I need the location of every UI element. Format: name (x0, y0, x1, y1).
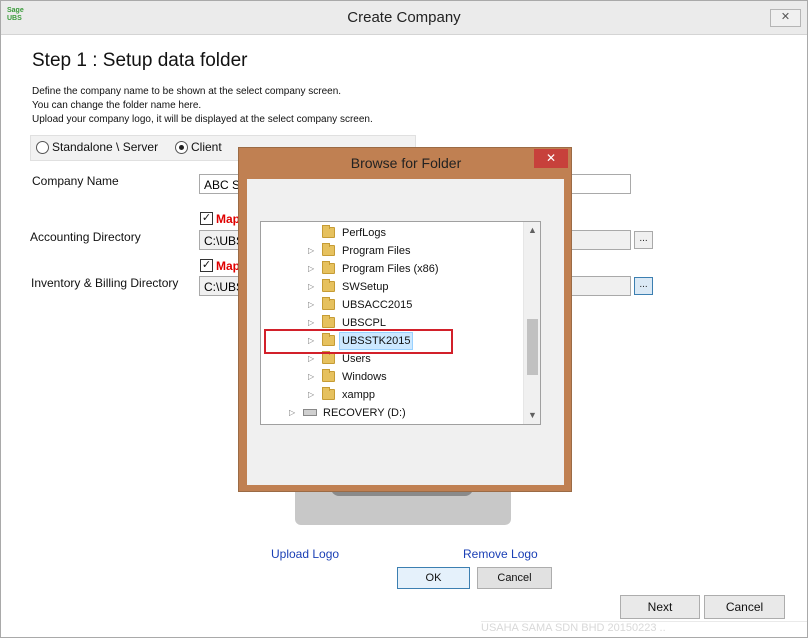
inventory-directory-label: Inventory & Billing Directory (31, 276, 179, 290)
scroll-up-arrow-icon[interactable]: ▲ (524, 222, 540, 239)
browse-folder-dialog: Browse for Folder ✕ PerfLogs ▷ Program Fil… (238, 147, 572, 589)
dialog-close-button[interactable]: ✕ (534, 149, 568, 168)
expand-arrow-icon[interactable]: ▷ (308, 368, 314, 386)
folder-icon (322, 261, 335, 274)
scroll-thumb[interactable] (527, 319, 538, 375)
folder-icon (322, 351, 335, 364)
tree-row[interactable]: ▷ Program Files (261, 242, 531, 260)
scroll-down-arrow-icon[interactable]: ▼ (524, 407, 540, 424)
tree-row-label: Program Files (x86) (342, 263, 439, 275)
window-title: Create Company (347, 9, 461, 26)
dialog-cancel-button[interactable]: Cancel (477, 567, 552, 589)
folder-icon (322, 279, 335, 292)
upload-logo-link[interactable]: Upload Logo (271, 547, 339, 561)
highlight-annotation-box (264, 329, 453, 354)
tree-row-label: PerfLogs (342, 227, 387, 239)
tree-row-label: UBSACC2015 (342, 299, 413, 311)
expand-arrow-icon[interactable]: ▷ (308, 296, 314, 314)
expand-arrow-icon[interactable]: ▷ (308, 386, 314, 404)
accounting-map-label: Map (216, 212, 240, 226)
inventory-map-label: Map (216, 259, 240, 273)
standalone-radio-label[interactable]: Standalone \ Server (52, 140, 158, 154)
tree-row-label: SWSetup (342, 281, 389, 293)
expand-arrow-icon[interactable]: ▷ (308, 278, 314, 296)
tree-row[interactable]: ▷ UBSACC2015 (261, 296, 531, 314)
title-bar: Sage UBS Create Company ✕ (1, 1, 807, 35)
inventory-browse-button[interactable]: ... (634, 277, 653, 295)
tree-row-label: Program Files (342, 245, 411, 257)
step-title: Step 1 : Setup data folder (32, 50, 248, 71)
company-name-label: Company Name (32, 174, 119, 188)
tree-row[interactable]: ▷ SWSetup (261, 278, 531, 296)
cancel-button[interactable]: Cancel (704, 595, 785, 619)
next-button[interactable]: Next (620, 595, 700, 619)
drive-icon (303, 409, 317, 416)
dialog-title: Browse for Folder (350, 155, 462, 171)
inventory-map-checkbox[interactable]: ✓ (200, 259, 213, 272)
standalone-radio[interactable] (36, 141, 49, 154)
tree-row-label: Windows (342, 371, 387, 383)
folder-tree[interactable]: PerfLogs ▷ Program Files ▷ Program Files (x8… (260, 221, 541, 425)
accounting-map-checkbox[interactable]: ✓ (200, 212, 213, 225)
tree-row[interactable]: ▷ RECOVERY (D:) (261, 404, 531, 422)
accounting-directory-label: Accounting Directory (30, 230, 141, 244)
window-close-button[interactable]: ✕ (770, 9, 801, 27)
folder-icon (322, 297, 335, 310)
dialog-ok-button[interactable]: OK (397, 567, 470, 589)
tree-row[interactable]: PerfLogs (261, 224, 531, 242)
remove-logo-link[interactable]: Remove Logo (463, 547, 538, 561)
accounting-browse-button[interactable]: ... (634, 231, 653, 249)
description-line-1: Define the company name to be shown at t… (32, 86, 342, 97)
description-line-2: You can change the folder name here. (32, 100, 202, 111)
expand-arrow-icon[interactable]: ▷ (308, 260, 314, 278)
folder-icon (322, 387, 335, 400)
expand-arrow-icon[interactable]: ▷ (308, 242, 314, 260)
expand-arrow-icon[interactable]: ▷ (289, 404, 295, 422)
tree-row[interactable]: ▷ Program Files (x86) (261, 260, 531, 278)
folder-icon (322, 369, 335, 382)
watermark-text: USAHA SAMA SDN BHD 20150223 .. (481, 621, 807, 638)
client-radio-label[interactable]: Client (191, 140, 222, 154)
tree-row[interactable]: ▷ xampp (261, 386, 531, 404)
tree-row-label: RECOVERY (D:) (323, 407, 406, 419)
tree-row[interactable]: ▷ Windows (261, 368, 531, 386)
folder-icon (322, 225, 335, 238)
description-line-3: Upload your company logo, it will be dis… (32, 114, 373, 125)
client-radio[interactable] (175, 141, 188, 154)
folder-icon (322, 315, 335, 328)
folder-icon (322, 243, 335, 256)
tree-scrollbar[interactable]: ▲ ▼ (523, 222, 540, 424)
tree-row-label: xampp (342, 389, 376, 401)
